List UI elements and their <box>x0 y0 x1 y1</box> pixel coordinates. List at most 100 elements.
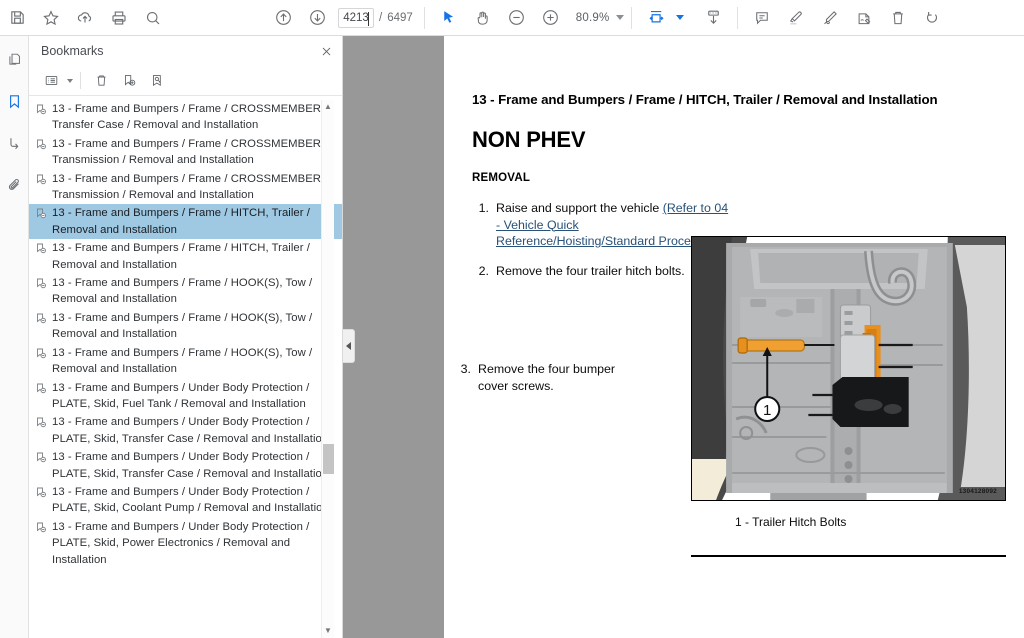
scrollbar-thumb[interactable] <box>322 444 334 474</box>
bookmark-list-item[interactable]: 13 - Frame and Bumpers / Under Body Prot… <box>29 518 342 569</box>
bookmarks-list[interactable]: 13 - Frame and Bumpers / Frame / CROSSME… <box>29 96 342 638</box>
highlight-icon[interactable] <box>779 3 813 33</box>
bookmark-item-label: 13 - Frame and Bumpers / Under Body Prot… <box>52 520 310 566</box>
toolbar-annotation-group <box>745 3 949 33</box>
bookmark-item-label: 13 - Frame and Bumpers / Frame / CROSSME… <box>52 137 325 167</box>
bookmarks-scrollbar[interactable]: ▲ ▼ <box>321 100 334 638</box>
bookmark-list-item[interactable]: 13 - Frame and Bumpers / Under Body Prot… <box>29 448 342 483</box>
toolbar-divider-1 <box>423 6 425 29</box>
close-icon[interactable] <box>320 45 333 58</box>
scroll-down-arrow-icon[interactable]: ▼ <box>324 624 332 638</box>
bookmark-list-item[interactable]: 13 - Frame and Bumpers / Frame / HITCH, … <box>29 239 342 274</box>
toolbar-divider-2 <box>631 6 633 29</box>
bookmark-item-icon <box>35 173 47 191</box>
bookmark-list-item[interactable]: 13 - Frame and Bumpers / Frame / CROSSME… <box>29 135 342 170</box>
document-page: 13 - Frame and Bumpers / Frame / HITCH, … <box>444 36 1024 638</box>
app-body: Bookmarks 13 - Frame and Bumpers / Frame… <box>0 36 1024 638</box>
bookmark-item-label: 13 - Frame and Bumpers / Frame / CROSSME… <box>52 103 325 132</box>
page-indicator: 4213 / 6497 <box>338 7 413 28</box>
download-icon[interactable] <box>696 3 730 33</box>
draw-icon[interactable] <box>813 3 847 33</box>
cloud-upload-icon[interactable] <box>68 3 102 33</box>
toolbar-fit-group <box>639 3 730 33</box>
star-icon[interactable] <box>34 3 68 33</box>
document-viewer[interactable]: 13 - Frame and Bumpers / Frame / HITCH, … <box>343 36 1024 638</box>
bookmark-list-item[interactable]: 13 - Frame and Bumpers / Under Body Prot… <box>29 483 342 518</box>
bookmark-list-item[interactable]: 13 - Frame and Bumpers / Frame / CROSSME… <box>29 100 342 135</box>
bookmark-list-item[interactable]: 13 - Frame and Bumpers / Frame / HOOK(S)… <box>29 309 342 344</box>
step-text-plain: Raise and support the vehicle <box>496 201 663 215</box>
save-icon[interactable] <box>0 3 34 33</box>
fit-page-icon[interactable] <box>639 3 673 33</box>
document-breadcrumb: 13 - Frame and Bumpers / Frame / HITCH, … <box>472 92 938 107</box>
scrollbar-track[interactable] <box>322 114 335 624</box>
comment-icon[interactable] <box>745 3 779 33</box>
bookmark-item-label: 13 - Frame and Bumpers / Frame / HOOK(S)… <box>52 277 313 306</box>
main-toolbar: 4213 / 6497 80.9% <box>0 0 1024 36</box>
page-number-input[interactable]: 4213 <box>338 7 374 28</box>
print-icon[interactable] <box>102 3 136 33</box>
zoom-dropdown-chevron-icon[interactable] <box>616 15 625 20</box>
bookmark-item-icon <box>35 103 47 121</box>
list-options-icon[interactable] <box>38 69 64 93</box>
bookmark-item-label: 13 - Frame and Bumpers / Under Body Prot… <box>52 485 329 515</box>
bookmark-list-item[interactable]: 13 - Frame and Bumpers / Frame / HOOK(S)… <box>29 274 342 309</box>
bookmark-item-icon <box>35 207 47 225</box>
callout-number-1: 1 <box>763 402 771 419</box>
bookmark-item-label: 13 - Frame and Bumpers / Frame / HOOK(S)… <box>52 311 313 341</box>
toolbar-left-group <box>0 3 170 33</box>
bookmark-list-item[interactable]: 13 - Frame and Bumpers / Frame / CROSSME… <box>29 170 342 205</box>
scroll-up-arrow-icon[interactable]: ▲ <box>324 100 332 114</box>
bookmarks-toolbar-divider <box>80 72 81 89</box>
bookmark-item-label: 13 - Frame and Bumpers / Frame / HITCH, … <box>52 207 310 236</box>
delete-icon[interactable] <box>881 3 915 33</box>
bookmark-item-label: 13 - Frame and Bumpers / Under Body Prot… <box>52 381 310 410</box>
stamp-icon[interactable] <box>847 3 881 33</box>
hand-tool-icon[interactable] <box>466 3 500 33</box>
bookmark-item-icon <box>35 277 47 295</box>
bookmark-item-label: 13 - Frame and Bumpers / Frame / HITCH, … <box>52 242 310 271</box>
text-caret <box>368 11 369 26</box>
bookmarks-panel: Bookmarks 13 - Frame and Bumpers / Frame… <box>29 36 343 638</box>
trailer-hitch-illustration: 1 <box>692 237 1005 500</box>
list-options-chevron-icon[interactable] <box>67 78 73 83</box>
left-icon-rail <box>0 36 29 638</box>
bookmark-item-icon <box>35 242 47 260</box>
page-up-icon[interactable] <box>266 3 300 33</box>
panel-collapse-handle[interactable] <box>343 329 355 363</box>
toolbar-tools-group: 80.9% <box>432 3 625 33</box>
procedure-step-3-wrapper: 3. Remove the four bumper cover screws. <box>454 361 654 394</box>
procedure-step: 3. Remove the four bumper cover screws. <box>454 361 654 394</box>
zoom-in-icon[interactable] <box>534 3 568 33</box>
bookmark-item-icon <box>35 382 47 400</box>
zoom-level-value[interactable]: 80.9% <box>576 12 610 24</box>
page-down-icon[interactable] <box>300 3 334 33</box>
signature-icon[interactable] <box>1 130 27 156</box>
bookmark-list-item[interactable]: 13 - Frame and Bumpers / Under Body Prot… <box>29 413 342 448</box>
bookmark-list-item[interactable]: 13 - Frame and Bumpers / Frame / HOOK(S)… <box>29 344 342 379</box>
attachment-icon[interactable] <box>1 172 27 198</box>
page-total-count: 6497 <box>387 11 413 24</box>
undo-icon[interactable] <box>915 3 949 33</box>
bookmark-icon[interactable] <box>1 88 27 114</box>
bookmarks-toolbar <box>29 66 342 96</box>
pdf-viewer-app: 4213 / 6497 80.9% Bookmarks 13 - Frame a… <box>0 0 1024 638</box>
page-separator: / <box>379 11 383 24</box>
bookmark-list-item[interactable]: 13 - Frame and Bumpers / Under Body Prot… <box>29 379 342 414</box>
bookmark-item-label: 13 - Frame and Bumpers / Frame / HOOK(S)… <box>52 346 313 376</box>
select-cursor-icon[interactable] <box>432 3 466 33</box>
bookmark-item-icon <box>35 451 47 469</box>
step-number: 3. <box>460 362 471 376</box>
pages-thumbnail-icon[interactable] <box>1 46 27 72</box>
zoom-out-icon[interactable] <box>500 3 534 33</box>
document-subheading: REMOVAL <box>472 172 531 184</box>
toolbar-divider-3 <box>737 6 739 29</box>
search-icon[interactable] <box>136 3 170 33</box>
bookmark-list-item[interactable]: 13 - Frame and Bumpers / Frame / HITCH, … <box>29 204 342 240</box>
bookmark-item-icon <box>35 486 47 504</box>
new-bookmark-icon[interactable] <box>116 69 142 93</box>
delete-bookmark-icon[interactable] <box>88 69 114 93</box>
fit-dropdown-chevron-icon[interactable] <box>676 15 685 20</box>
bookmark-item-icon <box>35 347 47 365</box>
edit-bookmark-icon[interactable] <box>144 69 170 93</box>
